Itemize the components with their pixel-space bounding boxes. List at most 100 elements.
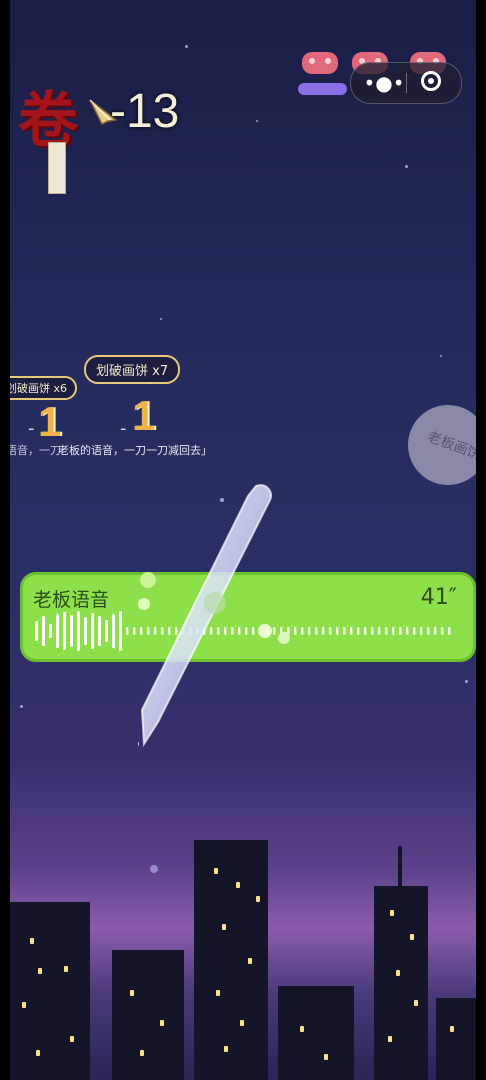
building xyxy=(10,902,90,1080)
waveform-bar xyxy=(112,614,115,648)
building-window xyxy=(248,958,252,964)
building-window xyxy=(130,990,134,996)
waveform-bar xyxy=(308,627,311,635)
waveform-bar xyxy=(364,627,367,635)
minus-sign: - xyxy=(120,418,127,439)
building xyxy=(436,998,476,1080)
star xyxy=(256,120,258,122)
building-window xyxy=(390,910,394,916)
star xyxy=(20,705,23,708)
hit-subtitle: 老板的语音，一刀一刀减回去」 xyxy=(58,444,212,457)
sparkle xyxy=(204,592,226,614)
waveform-bar xyxy=(378,627,381,635)
minus-sign: - xyxy=(28,418,35,439)
building-window xyxy=(236,882,240,888)
sparkle xyxy=(278,632,290,644)
waveform-bar xyxy=(35,621,38,641)
hit-minus-one: 1 xyxy=(132,392,156,439)
waveform-bar xyxy=(294,627,297,635)
waveform-bar xyxy=(329,627,332,635)
knife-slash[interactable] xyxy=(138,482,278,752)
building-window xyxy=(224,1046,228,1052)
waveform-bar xyxy=(119,611,122,651)
building-window xyxy=(216,990,220,996)
city-skyline xyxy=(10,830,476,1080)
game-stage[interactable]: 卷 -13 •●• 划破画饼 x6 划破画饼 x7 - 1 - 1 语音，一刀 … xyxy=(10,0,476,1080)
star xyxy=(405,165,408,168)
combo-label: 划破画饼 x6 xyxy=(10,376,78,400)
game-logo: 卷 xyxy=(18,72,88,194)
hit-minus-one: 1 xyxy=(38,398,62,445)
waveform-bar xyxy=(70,615,73,647)
building-window xyxy=(450,1026,454,1032)
building-window xyxy=(414,1000,418,1006)
waveform-bar xyxy=(413,627,416,635)
waveform-bar xyxy=(98,616,101,646)
stamp-text: 老板画饼 xyxy=(424,429,476,464)
waveform-bar xyxy=(434,627,437,635)
waveform-bar xyxy=(399,627,402,635)
combo-label: 划破画饼 x7 xyxy=(84,355,181,384)
building-window xyxy=(30,938,34,944)
building-window xyxy=(36,1050,40,1056)
building-window xyxy=(300,1026,304,1032)
waveform-bar xyxy=(49,624,52,638)
building-window xyxy=(396,970,400,976)
building-window xyxy=(410,934,414,940)
star xyxy=(185,45,188,48)
building-window xyxy=(240,1020,244,1026)
star xyxy=(440,355,442,357)
waveform-bar xyxy=(42,616,45,646)
score-counter: -13 xyxy=(110,85,180,138)
capsule-divider xyxy=(406,73,407,93)
waveform-bar xyxy=(448,627,451,635)
waveform-bar xyxy=(385,627,388,635)
building-window xyxy=(64,966,68,972)
building-window xyxy=(160,1020,164,1026)
waveform-bar xyxy=(63,612,66,650)
sparkle xyxy=(258,624,272,638)
waveform-bar xyxy=(336,627,339,635)
building xyxy=(194,840,268,1080)
gamepad-icon xyxy=(302,52,338,74)
waveform-bar xyxy=(343,627,346,635)
waveform-bar xyxy=(371,627,374,635)
waveform-bar xyxy=(77,611,80,651)
star xyxy=(465,680,468,683)
waveform-bar xyxy=(56,614,59,648)
more-dots-icon[interactable]: •●• xyxy=(363,63,405,103)
waveform-bar xyxy=(105,620,108,642)
building-window xyxy=(70,1036,74,1042)
building-window xyxy=(256,896,260,902)
waveform-bar xyxy=(406,627,409,635)
building-window xyxy=(388,1036,392,1042)
logo-tag xyxy=(48,142,66,194)
building-window xyxy=(38,968,42,974)
waveform-bar xyxy=(420,627,423,635)
building xyxy=(374,886,428,1080)
waveform-bar xyxy=(301,627,304,635)
building-window xyxy=(222,924,226,930)
sparkle xyxy=(140,572,156,588)
building-window xyxy=(324,1054,328,1060)
building xyxy=(112,950,184,1080)
waveform-bar xyxy=(84,617,87,645)
waveform-bar xyxy=(126,627,129,635)
pie-stamp: 老板画饼 xyxy=(396,393,476,497)
hit-subtitle: 语音，一刀 xyxy=(10,444,61,457)
building xyxy=(278,986,354,1080)
waveform-bar xyxy=(427,627,430,635)
star xyxy=(160,318,162,320)
level-progress-fill xyxy=(298,83,347,95)
sparkle xyxy=(138,598,150,610)
building-window xyxy=(214,868,218,874)
building-window xyxy=(22,1002,26,1008)
building xyxy=(398,846,402,888)
miniprogram-capsule: •●• xyxy=(350,62,462,104)
waveform-bar xyxy=(441,627,444,635)
building-window xyxy=(140,1050,144,1056)
waveform-bar xyxy=(133,627,136,635)
target-close-icon[interactable] xyxy=(421,71,441,91)
waveform-bar xyxy=(322,627,325,635)
waveform-bar xyxy=(315,627,318,635)
